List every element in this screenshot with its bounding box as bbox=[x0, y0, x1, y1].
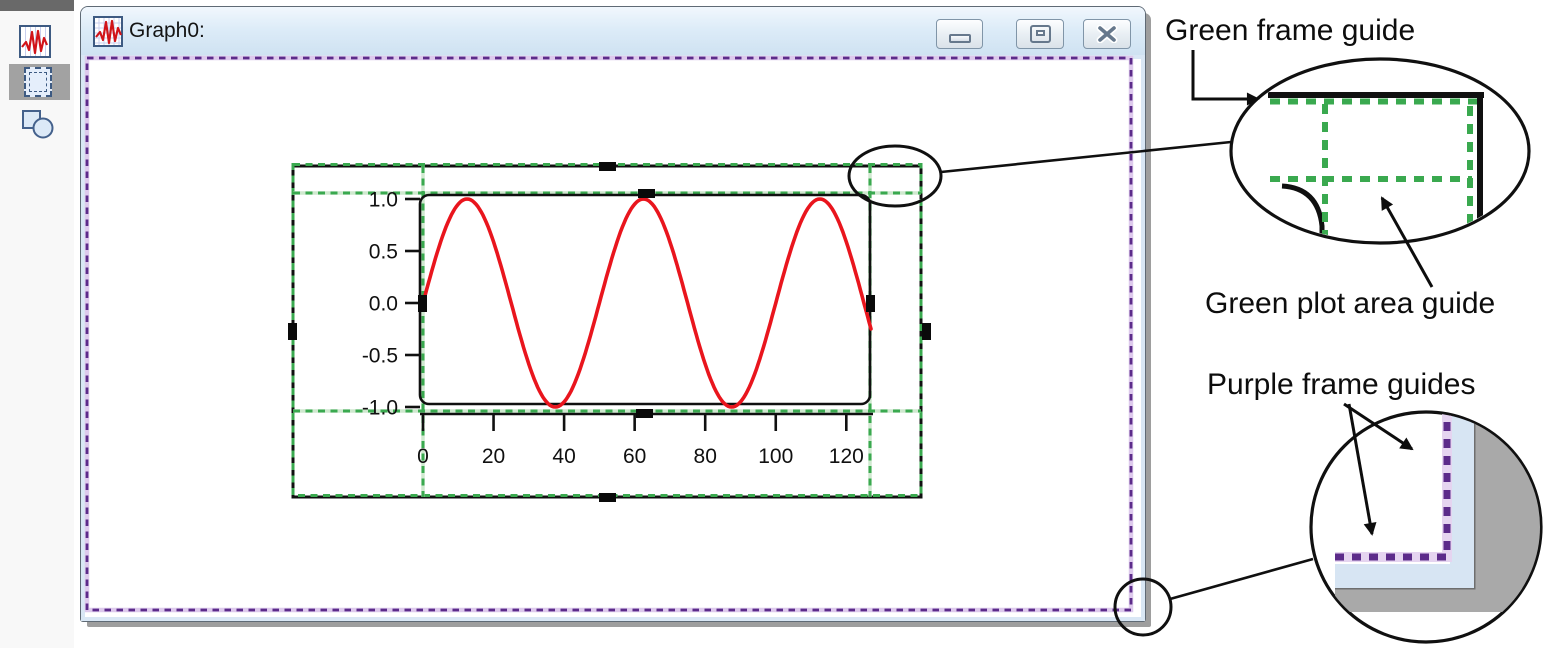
green-plot-area-guide-arrow bbox=[1382, 198, 1432, 287]
magnified-green-guides bbox=[1268, 92, 1484, 244]
toolbar-layout-tool-button[interactable] bbox=[24, 67, 52, 97]
callout-connector-line-2 bbox=[1170, 559, 1313, 599]
graph-window: Graph0: bbox=[80, 6, 1146, 622]
tool-palette bbox=[0, 11, 74, 648]
annotation-green-plot-area-guide: Green plot area guide bbox=[1205, 287, 1495, 321]
green-frame-guide-arrow bbox=[1193, 50, 1258, 99]
toolbar-graph-tool-button[interactable] bbox=[19, 25, 51, 58]
page-layout-icon bbox=[24, 67, 52, 97]
maximize-button[interactable] bbox=[1016, 19, 1064, 49]
callout-purple-guides bbox=[1115, 404, 1544, 642]
titlebar[interactable]: Graph0: bbox=[81, 7, 1145, 55]
minimize-button[interactable] bbox=[936, 19, 983, 49]
window-waveform-grid-icon bbox=[93, 16, 123, 52]
magnified-purple-guides bbox=[1335, 405, 1544, 612]
screenshot-root: Graph0: bbox=[0, 0, 1544, 648]
toolbar-draw-tool-button[interactable] bbox=[21, 108, 55, 143]
close-icon bbox=[1096, 25, 1118, 43]
minimize-icon bbox=[949, 34, 971, 43]
purple-guide-arrow-1 bbox=[1344, 404, 1412, 449]
magnified-ellipse bbox=[1231, 59, 1529, 243]
annotation-purple-frame-guides: Purple frame guides bbox=[1207, 368, 1475, 402]
magnified-circle bbox=[1311, 412, 1541, 642]
maximize-icon bbox=[1030, 25, 1051, 43]
waveform-grid-icon bbox=[19, 25, 51, 58]
close-button[interactable] bbox=[1083, 19, 1131, 49]
shapes-icon bbox=[21, 128, 55, 143]
palette-top-strip bbox=[0, 0, 74, 11]
graph-page-area[interactable] bbox=[81, 55, 1145, 621]
annotation-green-frame-guide: Green frame guide bbox=[1165, 14, 1415, 48]
window-title: Graph0: bbox=[129, 19, 205, 43]
purple-guide-arrow-2 bbox=[1349, 404, 1372, 534]
